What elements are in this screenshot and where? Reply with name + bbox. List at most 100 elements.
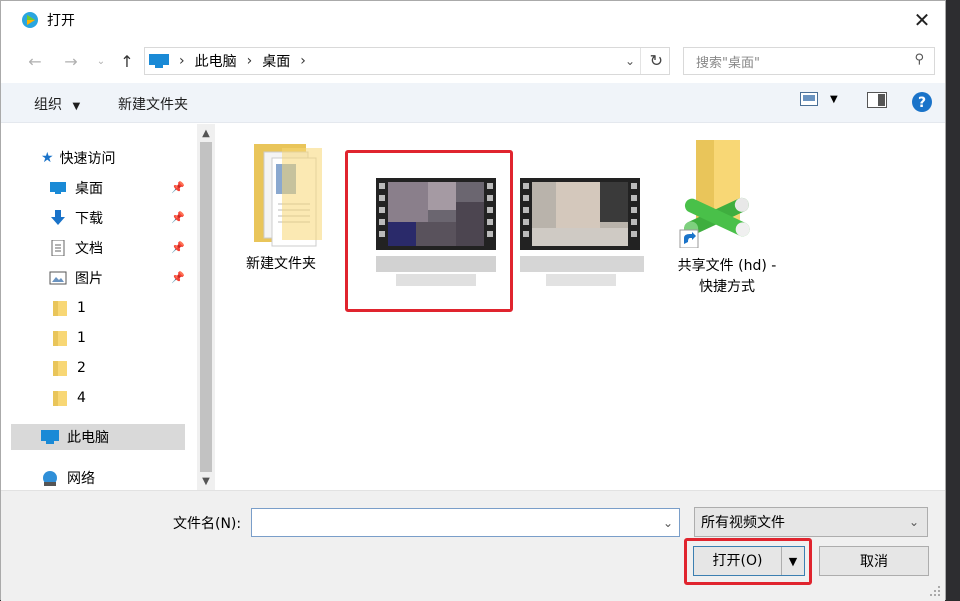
organize-label: 组织 bbox=[34, 97, 62, 113]
sidebar-item-folder-2[interactable]: 2 bbox=[51, 355, 185, 381]
breadcrumb-this-pc[interactable]: 此电脑 bbox=[195, 51, 237, 71]
resize-grip-icon[interactable] bbox=[929, 585, 941, 597]
sidebar-item-this-pc[interactable]: 此电脑 bbox=[11, 424, 185, 450]
computer-icon bbox=[41, 430, 59, 444]
search-box[interactable]: 搜索"桌面" ⚲ bbox=[683, 47, 935, 75]
close-icon: ✕ bbox=[913, 8, 931, 32]
title-bar: 打开 ✕ bbox=[1, 1, 945, 39]
preview-pane-button[interactable] bbox=[867, 92, 887, 112]
cancel-button[interactable]: 取消 bbox=[819, 546, 929, 576]
file-item-new-folder[interactable]: 新建文件夹 bbox=[206, 138, 356, 272]
folder-icon bbox=[254, 144, 322, 247]
divider bbox=[640, 48, 641, 74]
organize-menu[interactable]: 组织 ▼ bbox=[34, 94, 80, 114]
file-item-video-2[interactable] bbox=[506, 164, 656, 304]
search-icon[interactable]: ⚲ bbox=[914, 52, 924, 67]
back-arrow-icon: ← bbox=[28, 51, 42, 71]
highlight-box bbox=[345, 150, 513, 312]
sidebar-item-folder-1a[interactable]: 1 bbox=[51, 295, 185, 321]
view-options-button[interactable] bbox=[800, 92, 818, 110]
pin-icon: 📌 bbox=[171, 181, 185, 194]
command-toolbar: 组织 ▼ 新建文件夹 ▼ ? bbox=[1, 83, 945, 123]
chevron-down-icon: ▼ bbox=[72, 101, 81, 112]
network-icon bbox=[43, 471, 57, 486]
sidebar-item-label: 桌面 bbox=[75, 181, 103, 197]
breadcrumb-separator: › bbox=[300, 53, 306, 69]
help-button[interactable]: ? bbox=[911, 91, 933, 117]
view-dropdown-icon[interactable]: ▼ bbox=[830, 94, 838, 105]
svg-text:?: ? bbox=[918, 95, 926, 111]
desktop-icon bbox=[50, 182, 66, 194]
sidebar-item-label: 1 bbox=[77, 300, 86, 316]
sidebar-item-label: 图片 bbox=[75, 271, 103, 287]
sidebar-item-network[interactable]: 网络 bbox=[41, 465, 185, 491]
document-icon bbox=[51, 240, 65, 256]
preview-pane-icon bbox=[867, 92, 887, 108]
breadcrumb-separator: › bbox=[179, 53, 185, 69]
file-list: 新建文件夹 共享文件 (hd) - 快捷方式 bbox=[206, 124, 945, 490]
video-thumbnail-icon bbox=[520, 178, 640, 250]
recent-locations-button[interactable]: ⌄ bbox=[89, 49, 113, 73]
background-window-edge bbox=[946, 0, 960, 600]
dialog-footer: 文件名(N): ⌄ 所有视频文件 ⌄ 打开(O) ▼ 取消 bbox=[1, 490, 945, 601]
chevron-down-icon: ⌄ bbox=[908, 515, 919, 529]
highlight-box bbox=[684, 538, 812, 585]
help-icon: ? bbox=[912, 92, 932, 112]
forward-button[interactable]: → bbox=[59, 49, 83, 73]
sidebar-item-label: 快速访问 bbox=[59, 151, 116, 167]
file-item-label-line2: 快捷方式 bbox=[699, 279, 755, 295]
sidebar-item-documents[interactable]: 文档 📌 bbox=[49, 235, 185, 261]
sidebar-item-desktop[interactable]: 桌面 📌 bbox=[49, 175, 185, 201]
folder-icon bbox=[53, 301, 67, 316]
computer-icon bbox=[149, 54, 169, 68]
breadcrumb-separator: › bbox=[246, 53, 253, 69]
navigation-pane: ★ 快速访问 桌面 📌 下载 📌 文档 📌 图片 📌 1 1 2 4 此电脑 网… bbox=[11, 124, 215, 491]
sidebar-item-label: 文档 bbox=[75, 241, 103, 257]
filename-field[interactable]: ⌄ bbox=[251, 508, 680, 537]
folder-icon bbox=[53, 361, 67, 376]
view-icon bbox=[800, 92, 818, 106]
address-bar[interactable]: › 此电脑 › 桌面 › ⌄ ↻ bbox=[144, 47, 670, 75]
sidebar-item-label: 下载 bbox=[75, 211, 103, 227]
download-icon bbox=[51, 210, 65, 225]
sidebar-item-pictures[interactable]: 图片 📌 bbox=[49, 265, 185, 291]
forward-arrow-icon: → bbox=[64, 51, 78, 71]
blurred-filename bbox=[546, 274, 616, 286]
sidebar-item-label: 1 bbox=[77, 330, 86, 346]
sidebar-item-folder-1b[interactable]: 1 bbox=[51, 325, 185, 351]
chevron-down-icon[interactable]: ⌄ bbox=[663, 516, 673, 530]
breadcrumb-desktop[interactable]: 桌面 bbox=[262, 51, 290, 71]
pin-icon: 📌 bbox=[171, 241, 185, 254]
sidebar-item-label: 此电脑 bbox=[67, 430, 109, 446]
picture-icon bbox=[49, 271, 67, 285]
blurred-filename bbox=[520, 256, 644, 272]
sidebar-item-label: 2 bbox=[77, 360, 86, 376]
sidebar-item-quick-access[interactable]: ★ 快速访问 bbox=[41, 145, 185, 171]
star-icon: ★ bbox=[41, 150, 54, 166]
search-placeholder: 搜索"桌面" bbox=[696, 55, 760, 71]
pin-icon: 📌 bbox=[171, 271, 185, 284]
back-button[interactable]: ← bbox=[23, 49, 47, 73]
sidebar-item-downloads[interactable]: 下载 📌 bbox=[49, 205, 185, 231]
window-title: 打开 bbox=[47, 13, 75, 29]
file-item-label-line1: 共享文件 (hd) - bbox=[677, 258, 777, 274]
sidebar-item-label: 4 bbox=[77, 390, 86, 406]
sidebar-item-folder-4[interactable]: 4 bbox=[51, 385, 185, 411]
open-file-dialog: 打开 ✕ ← → ⌄ ↑ › 此电脑 › 桌面 › ⌄ ↻ 搜索"桌面" ⚲ 组… bbox=[0, 0, 946, 601]
folder-icon bbox=[53, 331, 67, 346]
filename-input[interactable] bbox=[252, 509, 652, 536]
refresh-icon[interactable]: ↻ bbox=[650, 51, 663, 70]
up-button[interactable]: ↑ bbox=[115, 49, 139, 73]
file-type-select[interactable]: 所有视频文件 ⌄ bbox=[694, 507, 928, 537]
file-item-shared-shortcut[interactable]: 共享文件 (hd) - 快捷方式 bbox=[652, 138, 802, 298]
close-button[interactable]: ✕ bbox=[899, 1, 945, 39]
sidebar-item-label: 网络 bbox=[67, 471, 95, 487]
address-dropdown-icon[interactable]: ⌄ bbox=[625, 54, 635, 68]
chevron-down-icon: ⌄ bbox=[96, 55, 106, 67]
folder-icon bbox=[53, 391, 67, 406]
up-arrow-icon: ↑ bbox=[120, 51, 134, 71]
shared-folder-shortcut-icon bbox=[679, 140, 750, 248]
new-folder-button[interactable]: 新建文件夹 bbox=[118, 94, 188, 114]
player-app-icon bbox=[22, 12, 38, 28]
navigation-bar: ← → ⌄ ↑ › 此电脑 › 桌面 › ⌄ ↻ 搜索"桌面" ⚲ bbox=[1, 41, 945, 81]
